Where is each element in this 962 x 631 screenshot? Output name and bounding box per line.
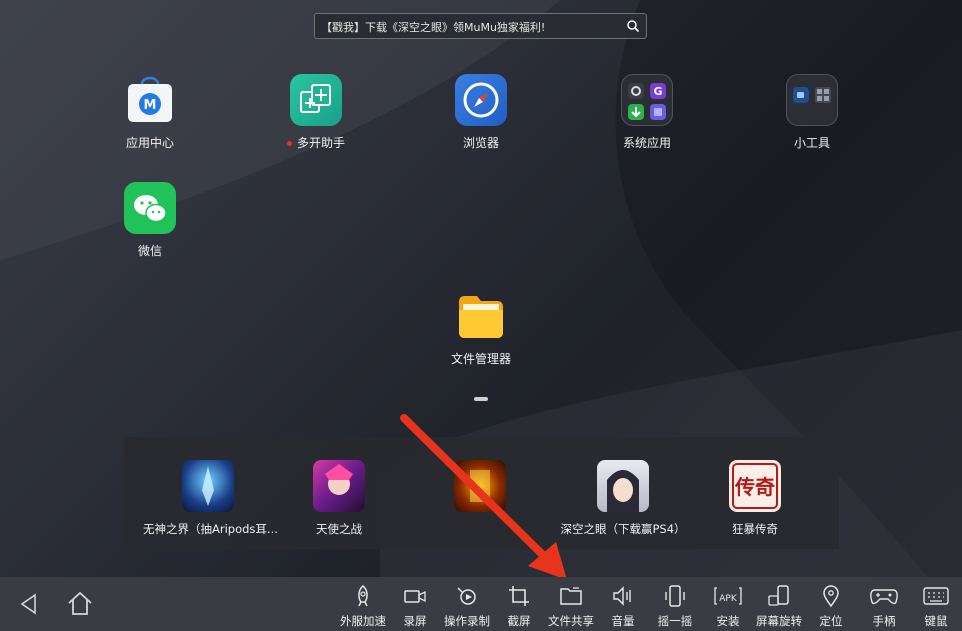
app-label: 文件管理器 [450, 352, 511, 366]
fire-game-icon [454, 460, 506, 512]
tool-location[interactable]: 定位 [814, 577, 848, 631]
tool-label: 录屏 [403, 614, 427, 628]
video-camera-icon [404, 590, 426, 603]
dock-app-label: 狂暴传奇 [732, 522, 778, 536]
app-system-folder[interactable]: G 系统应用 [587, 74, 707, 151]
dock-app-kuangbao[interactable]: 传奇 狂暴传奇 [690, 460, 820, 537]
dock-app-wushen[interactable]: 无神之界（抽Aripods耳... [143, 460, 278, 537]
tool-label: 安装 [716, 614, 740, 628]
rotate-screen-icon [768, 585, 789, 606]
dock-app-label: 无神之界（抽Aripods耳... [143, 522, 278, 536]
tool-file-share[interactable]: 文件共享 [543, 577, 599, 631]
app-label: 浏览器 [462, 136, 499, 150]
app-label: 应用中心 [125, 136, 174, 150]
tool-label: 外服加速 [340, 614, 386, 628]
volume-icon [613, 586, 631, 606]
tool-label: 摇一摇 [657, 614, 693, 628]
gamepad-icon [870, 589, 898, 605]
game-dock: 无神之界（抽Aripods耳... 天使之战 深空之眼（下载赢PS4） 传奇 狂… [124, 437, 839, 549]
wechat-icon [124, 182, 176, 234]
folder-share-icon [560, 587, 582, 605]
app-browser[interactable]: 浏览器 [421, 74, 541, 151]
macro-record-icon [457, 587, 476, 605]
tool-label: 截屏 [507, 614, 531, 628]
tool-rotate-screen[interactable]: 屏幕旋转 [751, 577, 807, 631]
search-bar[interactable]: 【戳我】下载《深空之眼》领MuMu独家福利! [314, 13, 647, 39]
apk-install-icon: APK [714, 587, 742, 605]
tool-screenshot[interactable]: 截屏 [502, 577, 536, 631]
tool-label: 文件共享 [548, 614, 594, 628]
app-multi-instance[interactable]: 多开助手 [256, 74, 376, 151]
search-icon[interactable] [626, 19, 640, 33]
kuangbao-game-icon: 传奇 [729, 460, 781, 512]
tool-label: 键鼠 [924, 614, 948, 628]
tools-folder-icon [786, 74, 838, 126]
tool-label: 手柄 [872, 614, 896, 628]
kuangbao-logo-text: 传奇 [734, 475, 775, 499]
crop-icon [509, 586, 529, 606]
shake-phone-icon [665, 585, 685, 607]
bottom-toolbar: 外服加速 录屏 操作录制 截屏 文件共享 音量 摇一摇 APK 安装 屏幕旋转 … [0, 577, 962, 631]
app-wechat[interactable]: 微信 [90, 182, 210, 259]
apk-text: APK [719, 594, 738, 604]
back-icon[interactable] [14, 589, 44, 619]
system-apps-folder-icon: G [621, 74, 673, 126]
rocket-icon [358, 585, 368, 607]
dock-app-fire-game[interactable] [415, 460, 545, 521]
tool-label: 操作录制 [444, 614, 490, 628]
app-app-center[interactable]: M 应用中心 [90, 74, 210, 151]
tool-overseas-accel[interactable]: 外服加速 [334, 577, 392, 631]
dock-app-deep-space-eye[interactable]: 深空之眼（下载赢PS4） [558, 460, 688, 537]
location-pin-icon [823, 585, 839, 608]
tool-macro-record[interactable]: 操作录制 [440, 577, 494, 631]
tool-install-apk[interactable]: APK 安装 [708, 577, 748, 631]
app-tools-folder[interactable]: 小工具 [752, 74, 872, 151]
tool-keyboard-mouse[interactable]: 键鼠 [918, 577, 954, 631]
app-file-manager[interactable]: 文件管理器 [421, 290, 541, 367]
tool-volume[interactable]: 音量 [606, 577, 640, 631]
svg-text:G: G [653, 85, 662, 98]
tool-gamepad[interactable]: 手柄 [864, 577, 904, 631]
dock-app-label: 深空之眼（下载赢PS4） [560, 522, 686, 536]
app-center-icon: M [124, 74, 176, 126]
search-promo-text: 【戳我】下载《深空之眼》领MuMu独家福利! [321, 21, 546, 34]
app-label: 小工具 [793, 136, 830, 150]
angel-war-game-icon [313, 460, 365, 512]
tool-screen-record[interactable]: 录屏 [398, 577, 432, 631]
tool-shake[interactable]: 摇一摇 [652, 577, 698, 631]
app-label: 微信 [137, 244, 162, 258]
multi-instance-icon [290, 74, 342, 126]
deep-space-eye-game-icon [597, 460, 649, 512]
dock-app-label: 天使之战 [316, 522, 362, 536]
page-indicator [474, 397, 488, 401]
home-icon[interactable] [65, 589, 95, 619]
dock-app-angel-war[interactable]: 天使之战 [274, 460, 404, 537]
notification-dot [286, 141, 292, 146]
tool-label: 音量 [611, 614, 635, 628]
app-label: 多开助手 [296, 136, 345, 150]
keyboard-icon [923, 587, 949, 605]
app-label: 系统应用 [622, 136, 671, 150]
compass-icon [455, 74, 507, 126]
svg-text:M: M [144, 98, 157, 113]
tool-label: 屏幕旋转 [756, 614, 802, 628]
tool-label: 定位 [819, 614, 843, 628]
wushen-game-icon [182, 460, 234, 512]
folder-icon [455, 290, 507, 342]
